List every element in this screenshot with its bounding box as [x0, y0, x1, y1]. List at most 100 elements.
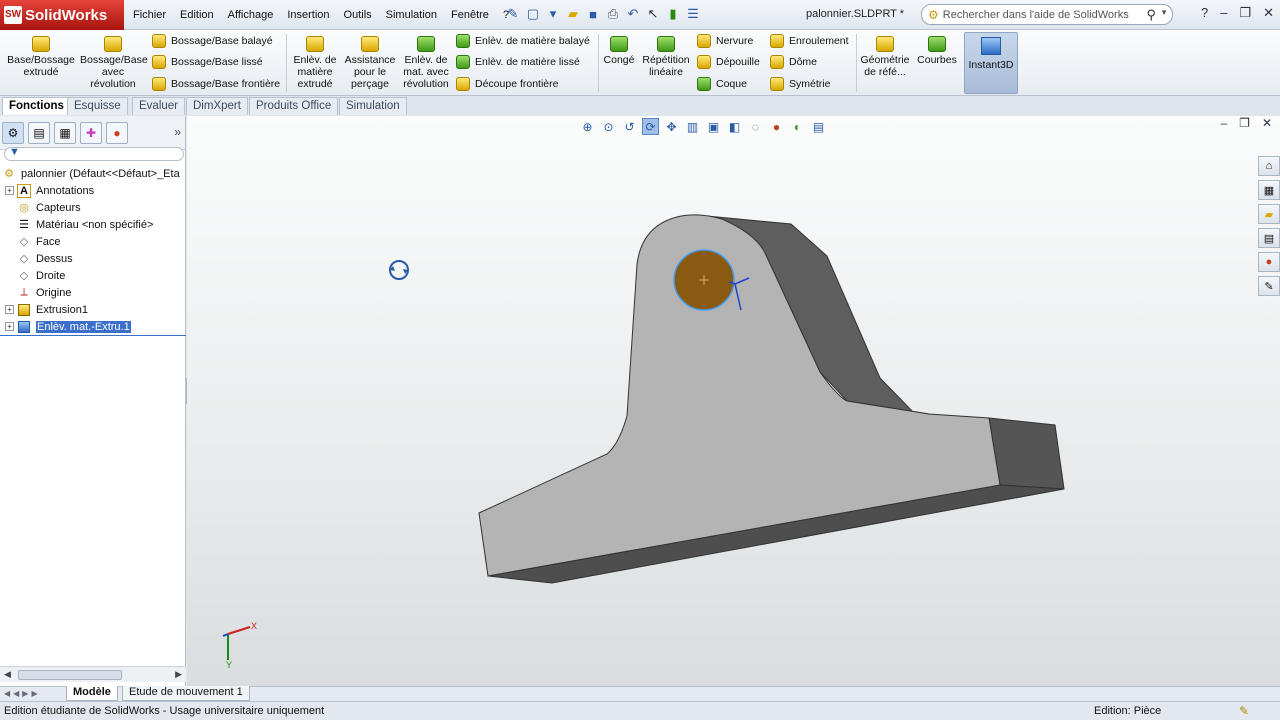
coque-button[interactable]: Coque [697, 77, 747, 91]
conge-button[interactable]: Congé [602, 36, 636, 66]
enlev-lisse-button[interactable]: Enlèv. de matière lissé [456, 55, 580, 69]
tree-item-extrusion1[interactable]: + Extrusion1 [0, 301, 186, 318]
pin-icon[interactable]: ✎ [505, 5, 521, 23]
search-dropdown-icon[interactable]: ▼ [1160, 8, 1168, 17]
design-library-icon[interactable]: ▦ [1258, 180, 1280, 200]
rebuild-status-icon[interactable]: ✎ [1239, 704, 1249, 718]
undo-icon[interactable]: ↶ [625, 5, 641, 23]
scroll-thumb[interactable] [18, 670, 122, 680]
dimxpert-manager-tab-icon[interactable]: ✚ [80, 122, 102, 144]
tab-modele[interactable]: Modèle [66, 686, 118, 701]
tab-dimxpert[interactable]: DimXpert [186, 97, 248, 115]
tree-item-face[interactable]: ◇ Face [0, 233, 186, 250]
scroll-left-icon[interactable]: ◀ [4, 669, 11, 680]
tab-fonctions[interactable]: Fonctions [2, 97, 71, 115]
menu-fichier[interactable]: Fichier [126, 9, 173, 21]
menu-simulation[interactable]: Simulation [379, 9, 444, 21]
restore-icon[interactable]: ❐ [1239, 5, 1251, 21]
enlev-balaye-button[interactable]: Enlèv. de matière balayé [456, 34, 590, 48]
save-icon[interactable]: ■ [585, 5, 601, 23]
enroulement-button[interactable]: Enroulement [770, 34, 849, 48]
bossage-lisse-button[interactable]: Bossage/Base lissé [152, 55, 263, 69]
model-view[interactable]: X Y [187, 116, 1280, 686]
decoupe-frontiere-button[interactable]: Découpe frontière [456, 77, 558, 91]
expand-icon[interactable]: + [5, 186, 14, 195]
display-manager-tab-icon[interactable]: ● [106, 122, 128, 144]
symetrie-button[interactable]: Symétrie [770, 77, 830, 91]
boundary-boss-icon [152, 77, 166, 91]
tree-item-enlev-extrude[interactable]: + Enlèv. mat.-Extru.1 [0, 318, 186, 335]
enlev-revolution-button[interactable]: Enlèv. de mat. avec révolution [400, 36, 452, 90]
tree-item-droite[interactable]: ◇ Droite [0, 267, 186, 284]
courbes-button[interactable]: Courbes [914, 36, 960, 66]
feature-tree: ⚙ palonnier (Défaut<<Défaut>_Eta + A Ann… [0, 165, 186, 336]
scroll-right-icon[interactable]: ▶ [175, 669, 182, 680]
menu-insertion[interactable]: Insertion [280, 9, 336, 21]
feature-manager-tab-icon[interactable]: ⚙ [2, 122, 24, 144]
menu-fenetre[interactable]: Fenêtre [444, 9, 496, 21]
open-folder-icon[interactable]: ▰ [565, 5, 581, 23]
enlev-extrude-button[interactable]: Enlèv. de matière extrudé [290, 36, 340, 90]
tab-navigation-arrows[interactable]: ◀◀▶▶ [4, 689, 41, 698]
help-icon[interactable]: ? [1201, 5, 1208, 21]
close-icon[interactable]: ✕ [1263, 5, 1274, 21]
bossage-frontiere-button[interactable]: Bossage/Base frontière [152, 77, 280, 91]
tree-filter-field[interactable]: ▼ [4, 146, 184, 161]
tree-item-origine[interactable]: ⟂ Origine [0, 284, 186, 301]
depouille-button[interactable]: Dépouille [697, 55, 760, 69]
tab-esquisse[interactable]: Esquisse [67, 97, 128, 115]
graphics-area[interactable]: ⊕ ⊙ ↺ ⟳ ✥ ▥ ▣ ◧ ◌ ● ◐ ▤ – ❐ ✕ X Y ⌂ ▦ ▰ … [187, 116, 1280, 686]
tab-evaluer[interactable]: Evaluer [132, 97, 185, 115]
tree-item-dessus[interactable]: ◇ Dessus [0, 250, 186, 267]
nervure-button[interactable]: Nervure [697, 34, 753, 48]
open-icon[interactable]: ▾ [545, 5, 561, 23]
bossage-balaye-button[interactable]: Bossage/Base balayé [152, 34, 273, 48]
ds-logo-icon: SW [4, 6, 22, 24]
tree-item-annotations[interactable]: + A Annotations [0, 182, 186, 199]
fillet-icon [610, 36, 628, 52]
tree-root[interactable]: ⚙ palonnier (Défaut<<Défaut>_Eta [0, 165, 186, 182]
panel-horizontal-scrollbar[interactable]: ◀ ▶ [0, 666, 186, 682]
base-bossage-extrude-button[interactable]: Base/Bossage extrudé [6, 36, 76, 78]
rebuild-icon[interactable]: ▮ [665, 5, 681, 23]
tree-item-materiau[interactable]: ☰ Matériau <non spécifié> [0, 216, 186, 233]
menu-edition[interactable]: Edition [173, 9, 221, 21]
options-icon[interactable]: ☰ [685, 5, 701, 23]
repetition-lineaire-button[interactable]: Répétition linéaire [640, 36, 692, 78]
window-controls: ? – ❐ ✕ [1201, 5, 1274, 21]
file-explorer-icon[interactable]: ▰ [1258, 204, 1280, 224]
tab-simulation[interactable]: Simulation [339, 97, 407, 115]
filter-icon: ▼ [9, 146, 20, 158]
select-icon[interactable]: ↖ [645, 5, 661, 23]
linear-pattern-icon [657, 36, 675, 52]
solidworks-logo[interactable]: SW SolidWorks [0, 0, 124, 30]
view-palette-icon[interactable]: ▤ [1258, 228, 1280, 248]
tab-produits-office[interactable]: Produits Office [249, 97, 339, 115]
help-search-field[interactable]: ⚙ Rechercher dans l'aide de SolidWorks ⚲… [921, 4, 1173, 25]
menu-affichage[interactable]: Affichage [221, 9, 281, 21]
custom-properties-icon[interactable]: ✎ [1258, 276, 1280, 296]
menu-outils[interactable]: Outils [337, 9, 379, 21]
dome-button[interactable]: Dôme [770, 55, 817, 69]
instant3d-button[interactable]: Instant3D [964, 32, 1018, 94]
new-document-icon[interactable]: ▢ [525, 5, 541, 23]
expand-icon[interactable]: + [5, 322, 14, 331]
search-icon[interactable]: ⚲ [1146, 7, 1156, 23]
loft-boss-icon [152, 55, 166, 69]
configuration-manager-tab-icon[interactable]: ▦ [54, 122, 76, 144]
appearances-icon[interactable]: ● [1258, 252, 1280, 272]
expand-panel-icon[interactable]: » [174, 125, 181, 139]
minimize-icon[interactable]: – [1220, 5, 1227, 21]
tree-item-capteurs[interactable]: ◎ Capteurs [0, 199, 186, 216]
resources-icon[interactable]: ⌂ [1258, 156, 1280, 176]
print-icon[interactable]: ⎙ [605, 5, 621, 23]
draft-icon [697, 55, 711, 69]
geometrie-reference-button[interactable]: Géométrie de réfé... [860, 36, 910, 78]
property-manager-tab-icon[interactable]: ▤ [28, 122, 50, 144]
tab-etude-mouvement[interactable]: Etude de mouvement 1 [122, 686, 250, 701]
bossage-revolution-button[interactable]: Bossage/Base avec révolution [80, 36, 148, 90]
assistance-percage-button[interactable]: Assistance pour le perçage [344, 36, 396, 90]
expand-icon[interactable]: + [5, 305, 14, 314]
tree-rollback-bar[interactable] [0, 335, 186, 336]
palonnier-part[interactable] [478, 214, 1065, 584]
